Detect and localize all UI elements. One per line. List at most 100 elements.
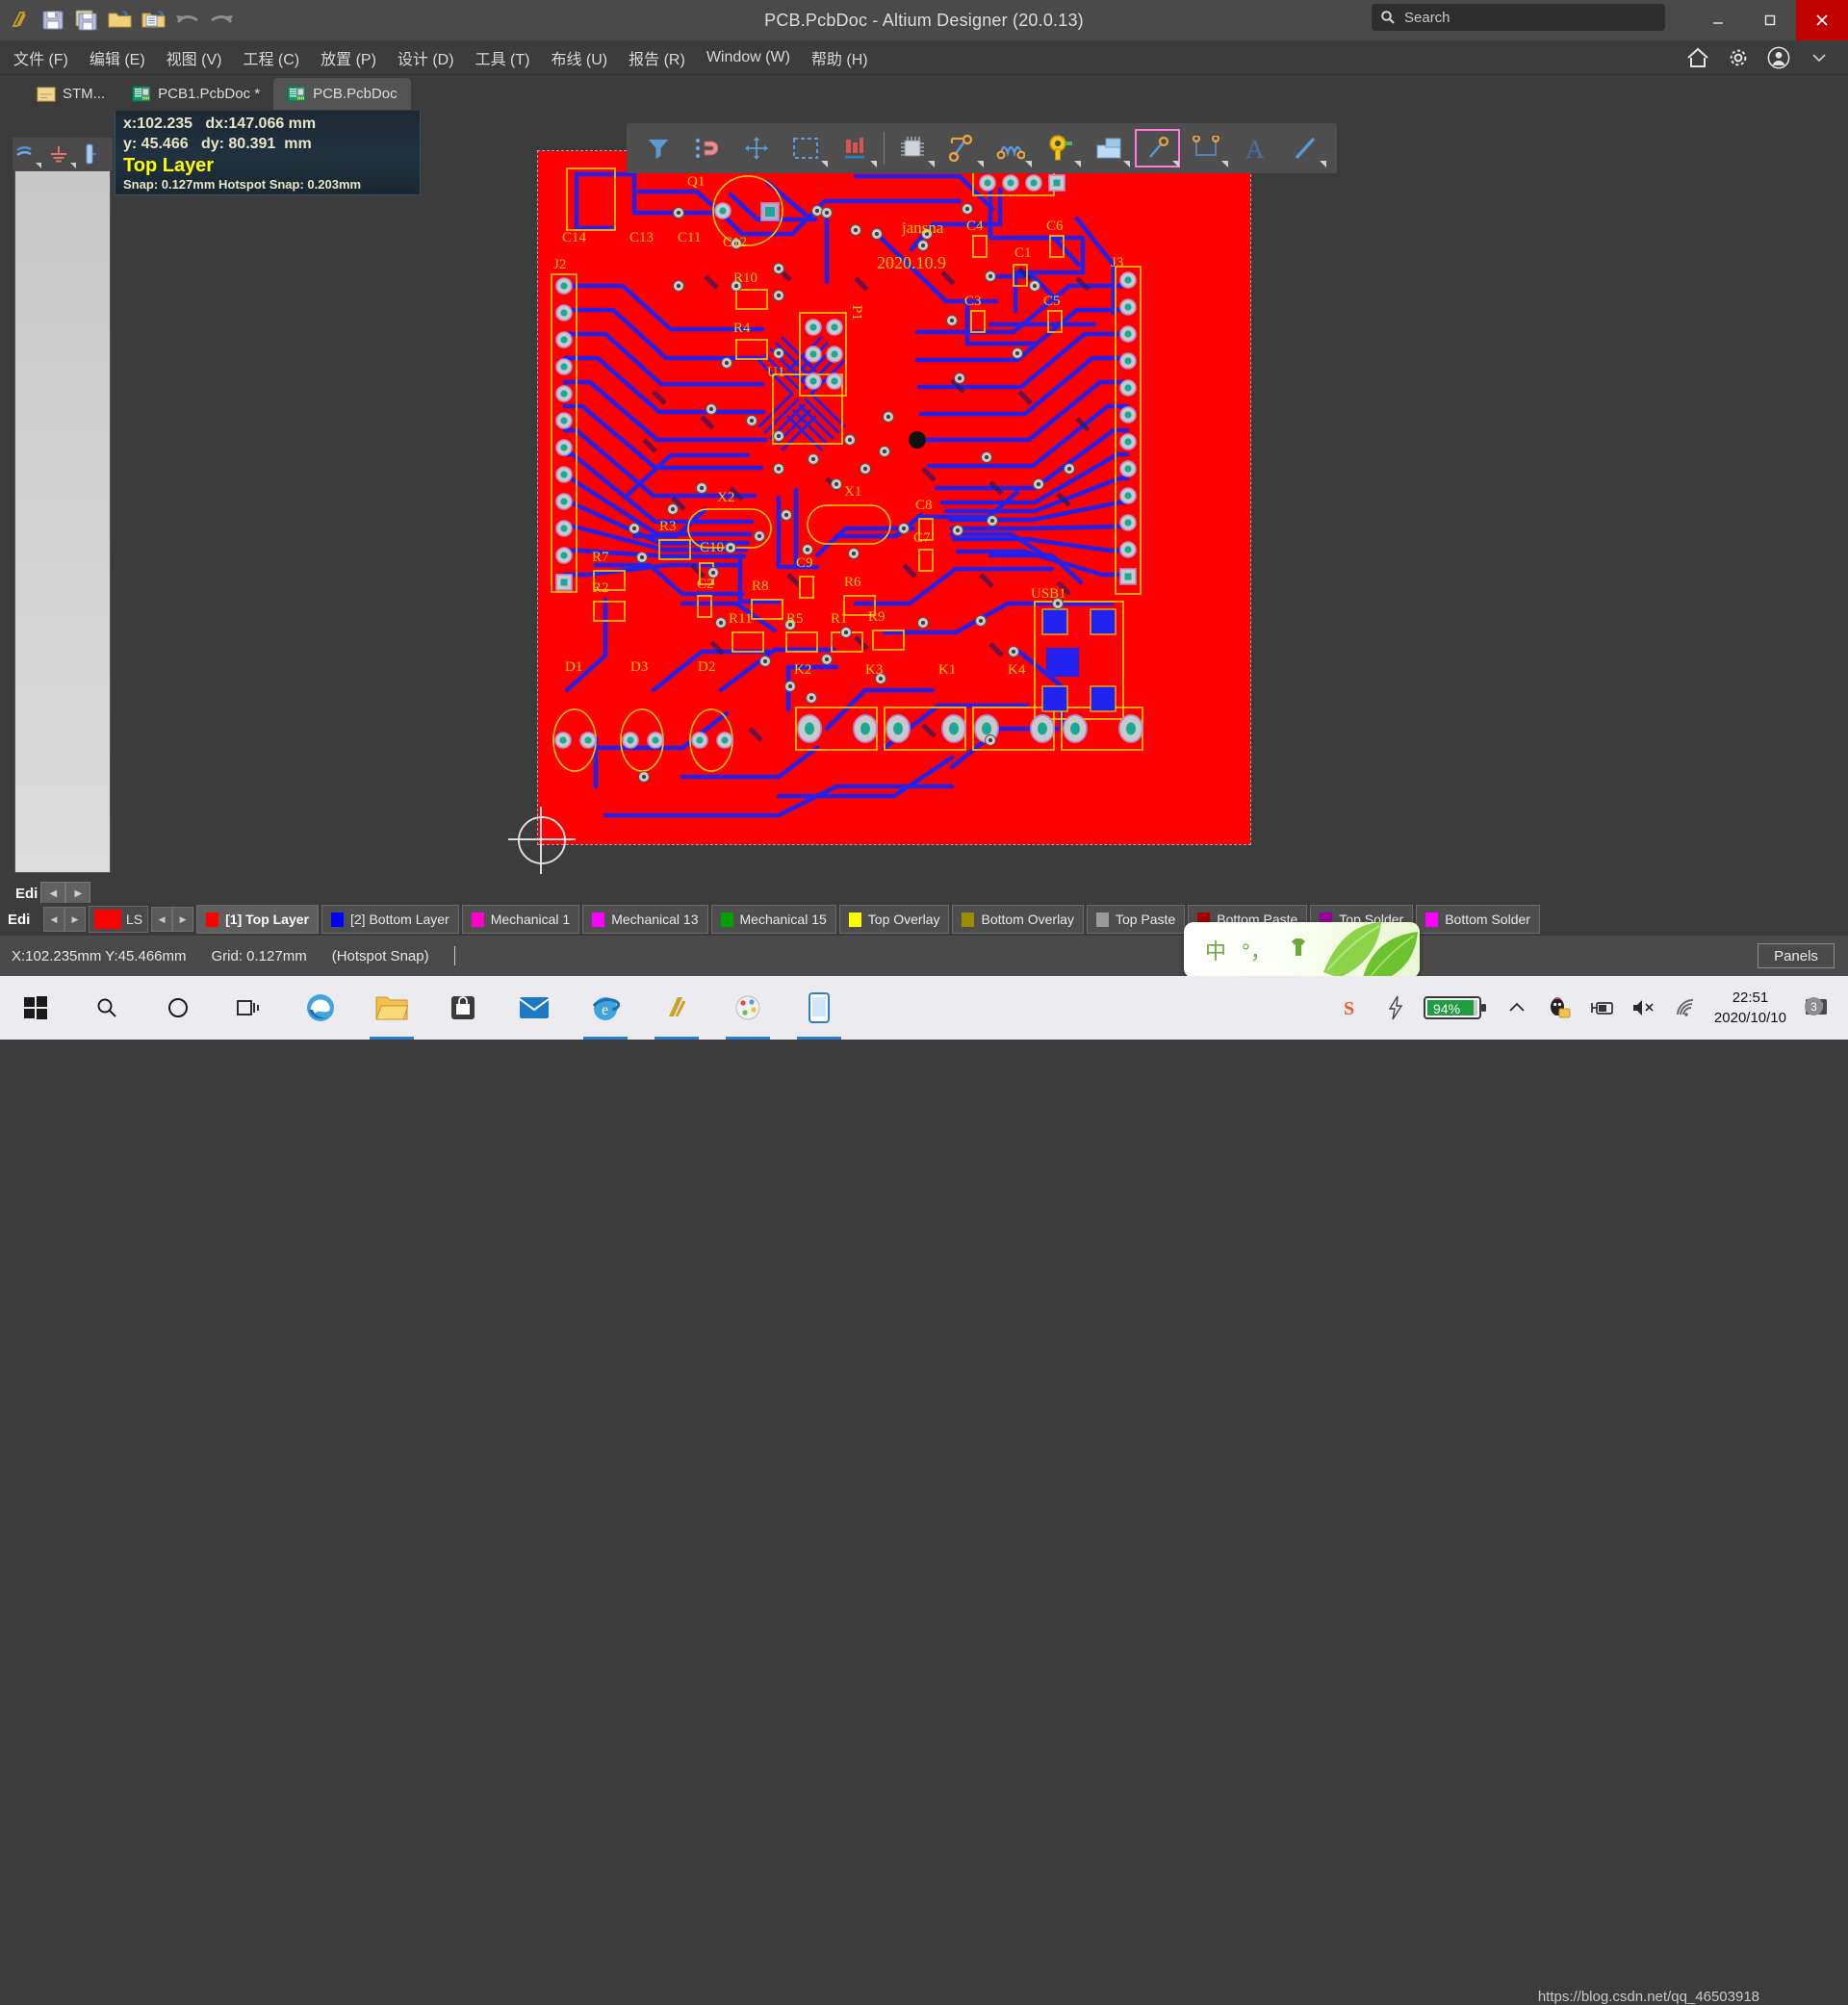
marquee-select-icon[interactable] <box>782 127 831 169</box>
layer-tab-bottom-layer[interactable]: [2] Bottom Layer <box>321 905 459 934</box>
folder-icon <box>37 87 56 102</box>
ground-plane-icon[interactable] <box>41 140 76 168</box>
sogou-input-icon[interactable]: S <box>1339 993 1368 1022</box>
layer-bar-prev-button[interactable]: ◀ <box>43 907 64 932</box>
layer-tab-top-overlay[interactable]: Top Overlay <box>838 905 950 934</box>
ime-leaf-decoration <box>1314 922 1420 978</box>
layer-tab-bottom-solder[interactable]: Bottom Solder <box>1416 905 1540 934</box>
ime-skin-icon[interactable] <box>1287 936 1310 964</box>
menu-item-route[interactable]: 布线 (U) <box>551 46 607 69</box>
minimize-button[interactable] <box>1692 0 1744 40</box>
menu-item-edit[interactable]: 编辑 (E) <box>90 46 145 69</box>
store-button[interactable] <box>427 976 499 1040</box>
phone-button[interactable] <box>783 976 855 1040</box>
left-panel: Edi ◀ ▶ <box>13 138 113 908</box>
task-view-button[interactable] <box>214 976 285 1040</box>
left-panel-next-button[interactable]: ▶ <box>65 882 91 905</box>
cursor-readout-overlay: x:102.235 dx:147.066 mm y: 45.466 dy: 80… <box>115 111 421 195</box>
layer-tab-mechanical-1[interactable]: Mechanical 1 <box>461 905 580 934</box>
start-button[interactable] <box>0 976 71 1040</box>
move-icon[interactable] <box>732 127 782 169</box>
menu-item-tools[interactable]: 工具 (T) <box>475 46 530 69</box>
show-hidden-icons-chevron-icon[interactable] <box>1502 993 1531 1022</box>
place-polygon-icon[interactable] <box>1084 127 1133 169</box>
taskbar-clock[interactable]: 22:51 2020/10/10 <box>1714 988 1786 1028</box>
snap-magnet-icon[interactable] <box>683 127 732 169</box>
battery-indicator[interactable]: 94% <box>1423 993 1489 1022</box>
pcb-board[interactable]: jansna 2020.10.9 Q1 D1 C14 C13 C11 C12 J… <box>537 150 1251 845</box>
layer-tab-mechanical-13[interactable]: Mechanical 13 <box>582 905 708 934</box>
layer-bar-nav-left: ◀ ▶ <box>43 907 86 932</box>
layer-tab-label: [2] Bottom Layer <box>350 912 449 927</box>
menu-item-file[interactable]: 文件 (F) <box>13 46 68 69</box>
filter-icon[interactable] <box>634 127 683 169</box>
edge-button[interactable] <box>285 976 356 1040</box>
ime-punct-button[interactable]: °， <box>1242 935 1271 965</box>
paint-button[interactable] <box>712 976 783 1040</box>
altium-button[interactable] <box>641 976 712 1040</box>
notifications-icon[interactable]: 3 <box>1800 993 1833 1022</box>
layer-color-chip <box>592 912 605 927</box>
layer-tabs-next-button[interactable]: ▶ <box>172 907 194 932</box>
left-panel-edit-label: Edi <box>15 885 38 902</box>
place-pad-icon[interactable] <box>1035 127 1084 169</box>
close-button[interactable] <box>1796 0 1848 40</box>
network-icon[interactable] <box>1672 993 1701 1022</box>
document-tab-pcb1[interactable]: PCB1.PcbDoc * <box>118 78 273 110</box>
ime-mode-button[interactable]: 中 <box>1205 935 1226 965</box>
search-button[interactable] <box>71 976 142 1040</box>
place-line-icon[interactable] <box>1133 127 1182 169</box>
layer-set-selector[interactable]: LS <box>89 906 149 933</box>
panels-button[interactable]: Panels <box>1758 943 1835 968</box>
pcb-canvas[interactable]: jansna 2020.10.9 Q1 D1 C14 C13 C11 C12 J… <box>115 111 1848 900</box>
maximize-button[interactable] <box>1744 0 1796 40</box>
file-explorer-button[interactable] <box>356 976 427 1040</box>
differential-pair-routing-icon[interactable] <box>987 127 1036 169</box>
menu-item-window[interactable]: Window (W) <box>706 49 790 66</box>
place-string-icon[interactable]: A <box>1231 127 1280 169</box>
layer-tab-bottom-overlay[interactable]: Bottom Overlay <box>952 905 1084 934</box>
layer-color-chip <box>848 912 861 927</box>
left-panel-prev-button[interactable]: ◀ <box>40 882 66 905</box>
layer-color-chip <box>720 912 733 927</box>
search-input[interactable]: Search <box>1372 4 1665 31</box>
layer-tab-top-layer[interactable]: [1] Top Layer <box>196 905 319 934</box>
place-component-icon[interactable] <box>888 127 937 169</box>
interactive-routing-icon[interactable] <box>937 127 987 169</box>
ie-button[interactable]: e <box>570 976 641 1040</box>
place-track-icon[interactable] <box>1280 127 1329 169</box>
layer-tab-mechanical-15[interactable]: Mechanical 15 <box>710 905 836 934</box>
menu-item-reports[interactable]: 报告 (R) <box>629 46 685 69</box>
cortana-button[interactable] <box>142 976 214 1040</box>
taskbar-items: e <box>0 976 855 1040</box>
active-layer-readout: Top Layer <box>123 155 215 176</box>
gear-icon[interactable] <box>1727 46 1750 69</box>
layer-bar-nav-right: ◀ ▶ <box>151 907 194 932</box>
place-dimension-icon[interactable]: 10 <box>1182 127 1231 169</box>
layer-bar-next-button[interactable]: ▶ <box>64 907 86 932</box>
board-edge-icon[interactable] <box>76 140 105 168</box>
notification-count-badge: 3 <box>1805 997 1823 1015</box>
document-tab-pcb[interactable]: PCB.PcbDoc <box>273 78 411 110</box>
power-plug-icon[interactable] <box>1587 993 1616 1022</box>
align-icon[interactable] <box>831 127 880 169</box>
menu-item-help[interactable]: 帮助 (H) <box>811 46 868 69</box>
home-icon[interactable] <box>1686 46 1709 69</box>
menu-item-place[interactable]: 放置 (P) <box>321 46 376 69</box>
layer-stack-icon[interactable] <box>13 140 41 168</box>
account-icon[interactable] <box>1767 46 1790 69</box>
menu-item-design[interactable]: 设计 (D) <box>398 46 454 69</box>
menu-item-view[interactable]: 视图 (V) <box>167 46 222 69</box>
layer-tabs-prev-button[interactable]: ◀ <box>151 907 173 932</box>
pcb-icon <box>132 86 151 102</box>
mail-button[interactable] <box>499 976 570 1040</box>
layer-tab-top-paste[interactable]: Top Paste <box>1086 905 1186 934</box>
menu-item-project[interactable]: 工程 (C) <box>243 46 299 69</box>
layer-tab-label: Top Paste <box>1115 912 1176 927</box>
volume-muted-icon[interactable] <box>1630 993 1658 1022</box>
svg-text:A: A <box>1245 135 1265 162</box>
ime-toolbar[interactable]: 中 °， <box>1184 922 1420 978</box>
chevron-down-icon[interactable] <box>1808 46 1831 69</box>
document-tab-stm[interactable]: STM... <box>23 78 118 110</box>
qq-icon[interactable] <box>1545 993 1574 1022</box>
